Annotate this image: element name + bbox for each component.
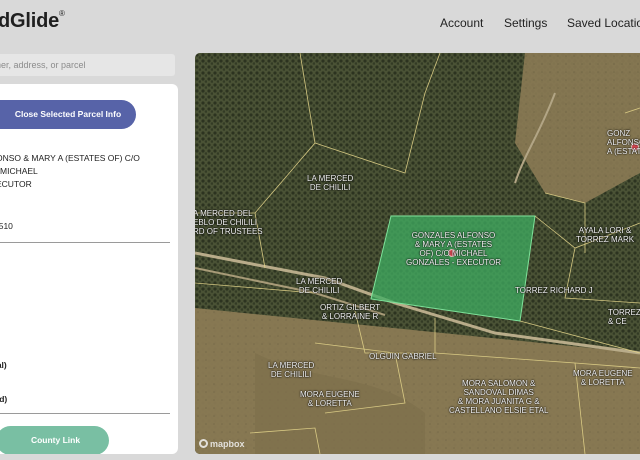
nav-saved-locations[interactable]: Saved Locations [567, 16, 640, 30]
search-input[interactable] [0, 54, 175, 76]
parcel-label: OLGUIN GABRIEL [369, 352, 437, 361]
top-bar: dGlide® Account Settings Saved Locations [0, 0, 640, 46]
parcel-label: ORTIZ GILBERT & LORRAINE R [320, 303, 381, 321]
parcel-number: 0510 [0, 221, 13, 231]
search-bar [0, 54, 175, 76]
parcel-label: A MERCED DEL EBLO DE CHILILI RD OF TRUSTEE… [195, 209, 263, 236]
parcel-label: TORREZ & CE [608, 308, 640, 326]
mapbox-icon [199, 439, 208, 448]
owner-name-line2: ECUTOR [0, 179, 32, 189]
parcel-label: LA MERCED DE CHILILI [307, 174, 354, 192]
nav-settings[interactable]: Settings [504, 16, 547, 30]
parcel-label: MORA EUGENE & LORETTA [573, 369, 633, 387]
parcel-label: GONZALFONSO &A (ESTATE [607, 129, 640, 156]
land-value-label: nd) [0, 394, 8, 404]
parcel-label: AYALA LORI & TORREZ MARK [576, 226, 635, 244]
nav-account[interactable]: Account [440, 16, 483, 30]
close-parcel-info-button[interactable]: Close Selected Parcel Info [0, 100, 136, 129]
parcel-label: MORA EUGENE & LORETTA [300, 390, 360, 408]
divider [0, 413, 170, 414]
divider [0, 242, 170, 243]
parcel-info-panel: Close Selected Parcel Info ONSO & MARY A… [0, 84, 178, 454]
mapbox-attribution[interactable]: mapbox [199, 439, 245, 449]
owner-name: ONSO & MARY A (ESTATES OF) C/O MICHAEL E… [0, 152, 178, 191]
app-logo[interactable]: dGlide® [0, 9, 65, 33]
map-view[interactable]: LA MERCED DE CHILILI A MERCED DEL EBLO DE … [195, 53, 640, 454]
parcel-label: TORREZ RICHARD J [515, 286, 593, 295]
county-link-button[interactable]: County Link [0, 426, 109, 454]
parcel-label: LA MERCED DE CHILILI [296, 277, 343, 295]
parcel-label: MORA SALOMON & SANDOVAL DIMAS & MORA JUANI… [449, 379, 549, 415]
selected-parcel-label: GONZALES ALFONSO & MARY A (ESTATES OF) C/O… [406, 231, 501, 267]
parcel-label: LA MERCED DE CHILILI [268, 361, 315, 379]
total-value-label: tal) [0, 360, 7, 370]
owner-name-line1: ONSO & MARY A (ESTATES OF) C/O MICHAEL [0, 153, 140, 176]
